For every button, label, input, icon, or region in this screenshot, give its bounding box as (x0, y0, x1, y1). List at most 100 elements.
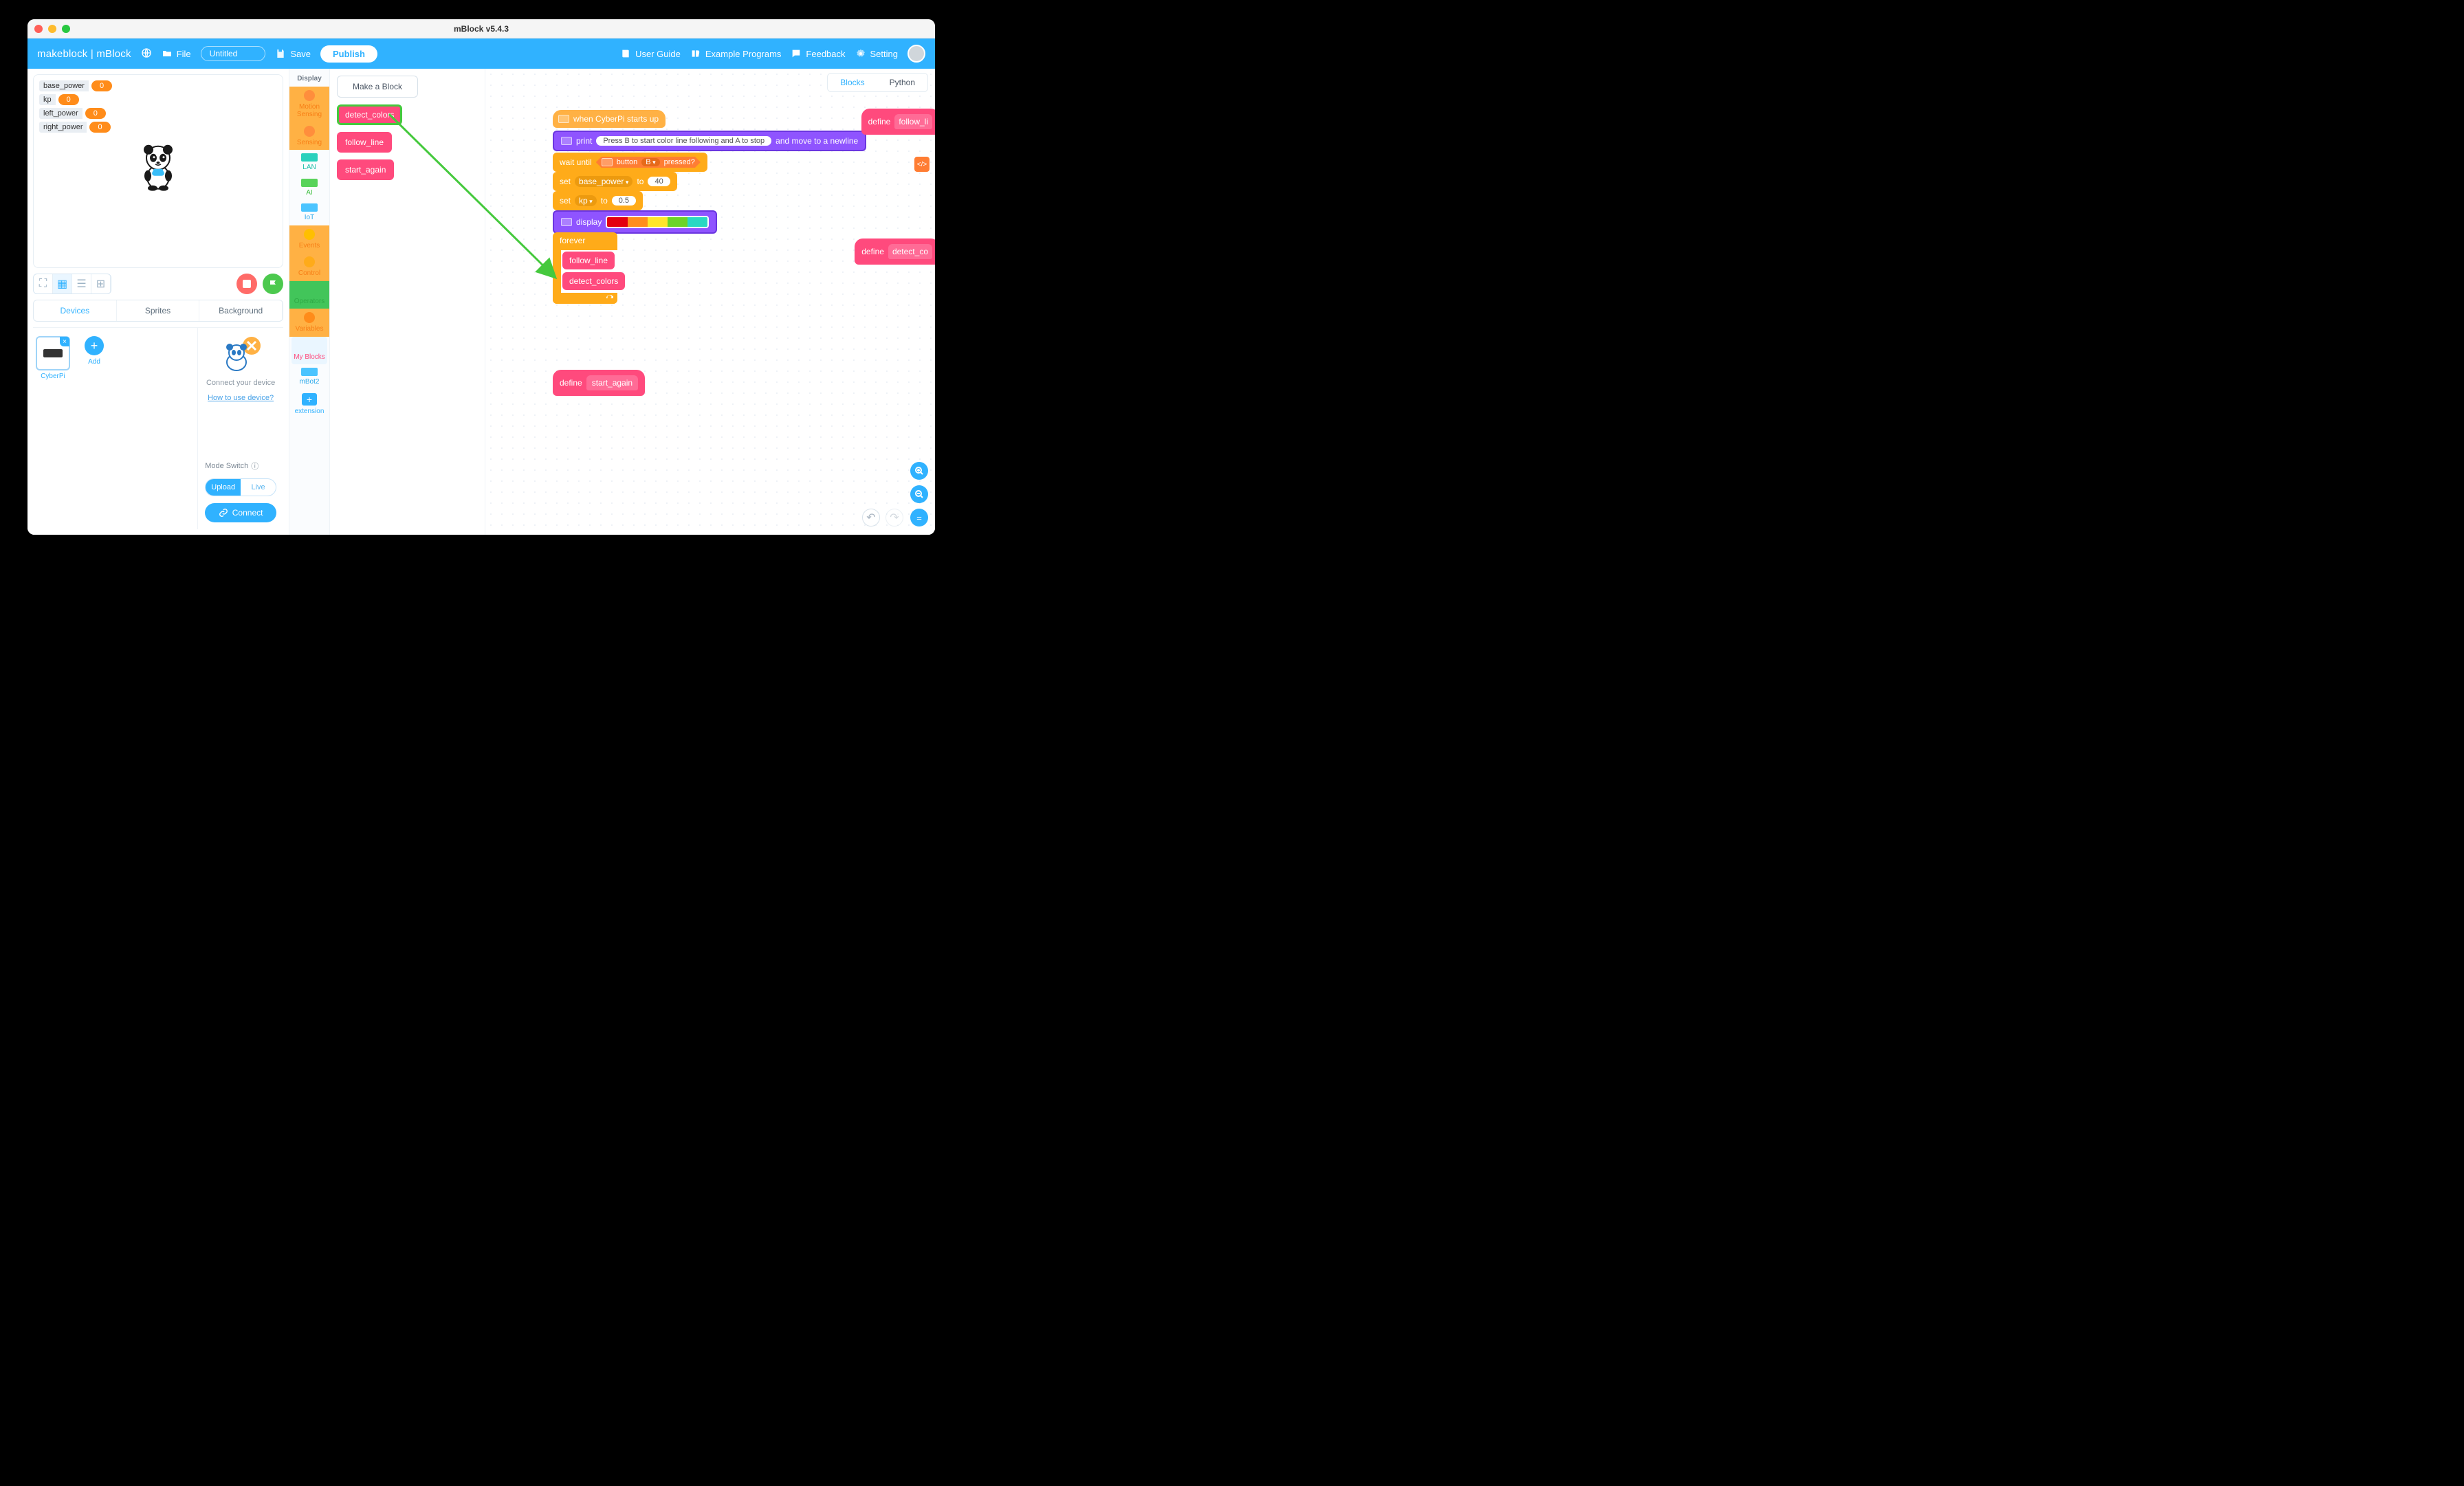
led-strip-input[interactable] (606, 216, 709, 228)
mode-upload[interactable]: Upload (206, 479, 241, 496)
category-iot[interactable]: IoT (289, 200, 329, 225)
close-icon[interactable]: × (60, 337, 69, 346)
block-display-colors[interactable]: display (553, 210, 717, 234)
category-motion-sensing[interactable]: Motion Sensing (289, 87, 329, 122)
redo-button[interactable]: ↷ (886, 509, 903, 526)
feedback-link[interactable]: Feedback (791, 48, 845, 59)
zoom-reset-button[interactable]: = (910, 509, 928, 526)
category-ai[interactable]: AI (289, 175, 329, 201)
block-hat-start[interactable]: when CyberPi starts up (553, 110, 666, 128)
green-flag-button[interactable] (263, 274, 283, 294)
tab-blocks[interactable]: Blocks (828, 74, 877, 91)
variable-monitor: base_power0 (39, 80, 112, 91)
block-wait-until[interactable]: wait until button B pressed? (553, 153, 707, 172)
category-sensing[interactable]: Sensing (289, 122, 329, 151)
block-define-detect-colors[interactable]: define detect_co (855, 239, 935, 265)
device-icon (561, 218, 572, 226)
variable-monitor: right_power0 (39, 122, 112, 133)
minimize-icon[interactable] (48, 25, 56, 33)
left-panel: base_power0 kp0 left_power0 right_power0 (28, 69, 289, 535)
project-name-field[interactable]: Untitled (201, 46, 266, 61)
block-define-start-again[interactable]: define start_again (553, 370, 645, 396)
example-programs-link[interactable]: Example Programs (690, 48, 782, 59)
fullscreen-icon[interactable]: ⛶ (34, 274, 53, 293)
list-view-icon[interactable]: ☰ (72, 274, 91, 293)
category-operators[interactable]: Operators (289, 281, 329, 309)
stage-variables: base_power0 kp0 left_power0 right_power0 (39, 80, 112, 133)
stop-button[interactable] (236, 274, 257, 294)
tab-background[interactable]: Background (199, 300, 283, 321)
block-call-detect-colors[interactable]: detect_colors (562, 272, 625, 290)
connect-illustration (219, 335, 263, 372)
category-variables[interactable]: Variables (289, 309, 329, 337)
print-text-input[interactable]: Press B to start color line following an… (596, 136, 771, 146)
code-sidebar-toggle[interactable]: </> (914, 157, 930, 172)
stage: base_power0 kp0 left_power0 right_power0 (33, 74, 283, 268)
titlebar: mBlock v5.4.3 (28, 19, 935, 38)
file-menu[interactable]: File (162, 48, 191, 59)
variable-monitor: kp0 (39, 94, 112, 105)
stage-view-toggle[interactable]: ⛶ ▦ ☰ ⊞ (33, 274, 111, 294)
variable-dropdown[interactable]: kp (575, 195, 597, 206)
mode-switch-label: Mode Switchⓘ (205, 461, 276, 472)
app-window: mBlock v5.4.3 makeblock | mBlock File Un… (28, 19, 935, 535)
variable-dropdown[interactable]: base_power (575, 176, 632, 187)
mode-switch-toggle[interactable]: Upload Live (205, 478, 276, 496)
maximize-icon[interactable] (62, 25, 70, 33)
category-my-blocks[interactable]: My Blocks (292, 337, 327, 365)
main-toolbar: makeblock | mBlock File Untitled Save Pu… (28, 38, 935, 69)
zoom-out-button[interactable] (910, 485, 928, 503)
block-define-follow-line[interactable]: define follow_li (861, 109, 935, 135)
sprite-panda[interactable] (136, 142, 180, 191)
block-call-follow-line[interactable]: follow_line (562, 252, 615, 269)
device-card-cyberpi[interactable]: × CyberPi (36, 336, 70, 380)
value-input[interactable]: 40 (648, 177, 670, 186)
how-to-use-link[interactable]: How to use device? (205, 394, 276, 402)
tab-sprites[interactable]: Sprites (117, 300, 200, 321)
tab-devices[interactable]: Devices (34, 300, 117, 321)
category-control[interactable]: Control (289, 253, 329, 281)
user-avatar[interactable] (908, 45, 925, 63)
button-dropdown[interactable]: B (641, 158, 659, 166)
block-set-kp[interactable]: set kp to 0.5 (553, 191, 643, 210)
plus-icon: + (302, 393, 317, 406)
category-display[interactable]: Display (289, 71, 329, 87)
connect-button[interactable]: Connect (205, 503, 276, 522)
block-set-base-power[interactable]: set base_power to 40 (553, 172, 677, 191)
save-button[interactable]: Save (275, 48, 311, 59)
code-view-tabs: Blocks Python (827, 73, 928, 92)
category-events[interactable]: Events (289, 225, 329, 254)
zoom-in-button[interactable] (910, 462, 928, 480)
mode-live[interactable]: Live (241, 479, 276, 496)
palette-block-follow-line[interactable]: follow_line (337, 132, 392, 153)
palette-block-detect-colors[interactable]: detect_colors (337, 104, 402, 125)
palette-block-start-again[interactable]: start_again (337, 159, 394, 180)
category-mbot2[interactable]: mBot2 (289, 364, 329, 390)
language-icon[interactable] (141, 47, 152, 60)
code-canvas[interactable]: Blocks Python </> when CyberPi starts up… (485, 69, 935, 535)
traffic-lights[interactable] (34, 25, 70, 33)
block-categories: Display Motion Sensing Sensing LAN AI Io… (289, 69, 330, 535)
user-guide-link[interactable]: User Guide (620, 48, 681, 59)
tab-python[interactable]: Python (877, 74, 927, 91)
block-print[interactable]: print Press B to start color line follow… (553, 131, 866, 151)
loop-arrow-icon (605, 294, 615, 302)
grid-view-icon[interactable]: ▦ (53, 274, 72, 293)
value-input[interactable]: 0.5 (612, 196, 636, 206)
block-button-pressed[interactable]: button B pressed? (596, 157, 701, 168)
undo-redo-buttons: ↶ ↷ (862, 509, 903, 526)
undo-button[interactable]: ↶ (862, 509, 880, 526)
extension-button[interactable]: +extension (289, 390, 329, 419)
publish-button[interactable]: Publish (320, 45, 377, 63)
add-device-button[interactable]: + Add (77, 336, 111, 370)
window-title: mBlock v5.4.3 (454, 24, 509, 34)
close-icon[interactable] (34, 25, 43, 33)
category-lan[interactable]: LAN (289, 150, 329, 175)
brand-logo: makeblock | mBlock (37, 48, 131, 60)
device-icon (602, 158, 613, 166)
thumbnail-view-icon[interactable]: ⊞ (91, 274, 111, 293)
variable-monitor: left_power0 (39, 108, 112, 119)
device-icon (561, 137, 572, 145)
make-block-button[interactable]: Make a Block (337, 76, 418, 98)
settings-link[interactable]: Setting (855, 48, 898, 59)
